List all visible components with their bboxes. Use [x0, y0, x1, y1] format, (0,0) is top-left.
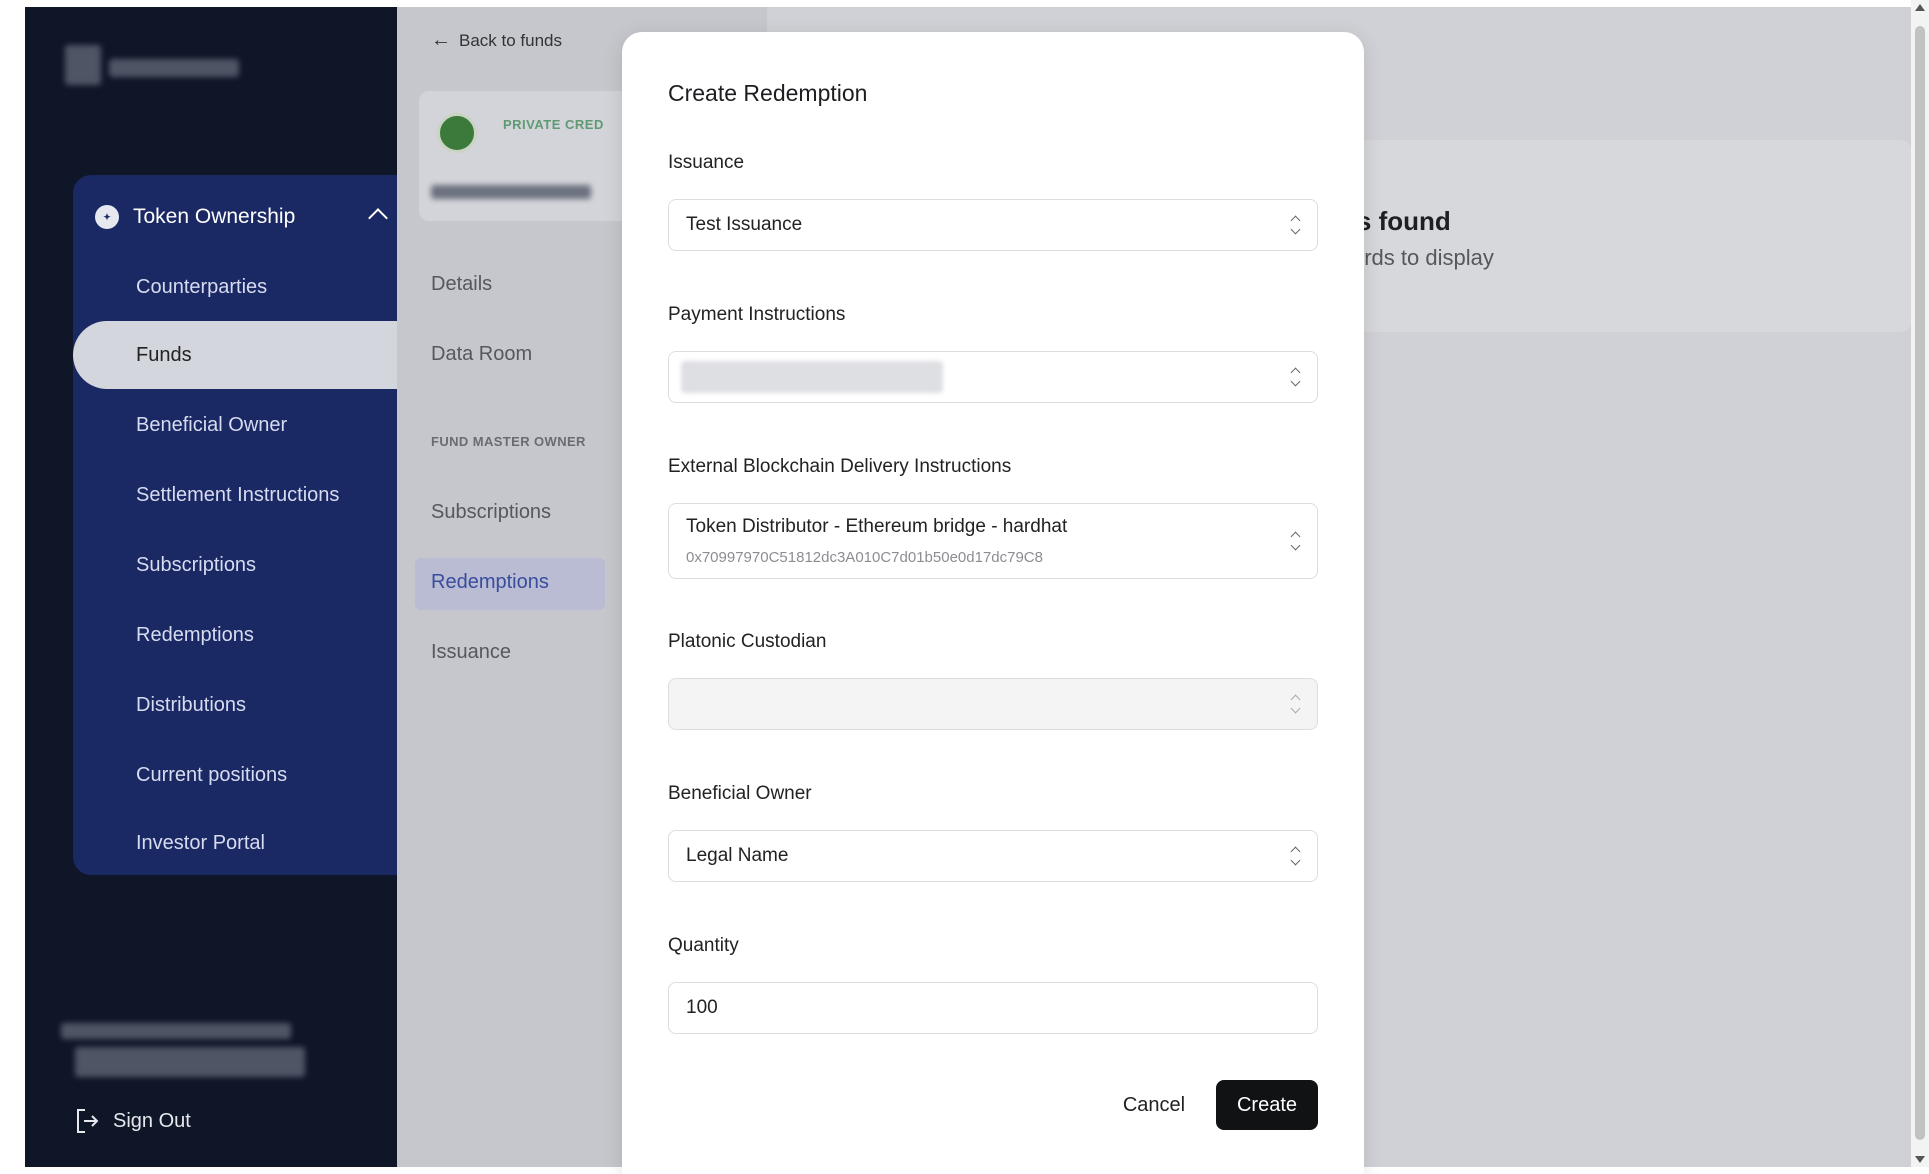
modal-title: Create Redemption	[668, 80, 868, 106]
app-logo	[65, 45, 101, 85]
tab-redemptions[interactable]: Redemptions	[431, 571, 549, 594]
tab-data-room[interactable]: Data Room	[431, 343, 532, 366]
arrow-left-icon: ←	[431, 29, 451, 51]
fund-logo	[437, 113, 477, 153]
sidebar-item-subscriptions[interactable]: Subscriptions	[73, 531, 397, 599]
chevron-up-icon[interactable]	[368, 208, 388, 228]
user-email-redacted	[75, 1047, 305, 1077]
sidebar: ✦ Token Ownership Counterparties Funds B…	[25, 7, 397, 1167]
select-arrows-icon	[1291, 693, 1301, 715]
delivery-instructions-value: Token Distributor - Ethereum bridge - ha…	[686, 516, 1068, 537]
sign-out-label: Sign Out	[113, 1109, 191, 1132]
section-fund-master-owner: FUND MASTER OWNER	[431, 434, 586, 449]
tab-issuance[interactable]: Issuance	[431, 641, 511, 664]
create-button[interactable]: Create	[1216, 1080, 1318, 1130]
sidebar-item-current-positions[interactable]: Current positions	[73, 741, 397, 809]
scroll-up-icon[interactable]	[1915, 4, 1925, 11]
tab-subscriptions[interactable]: Subscriptions	[431, 501, 551, 524]
quantity-label: Quantity	[668, 935, 739, 956]
user-name-redacted	[61, 1023, 291, 1039]
page-scrollbar[interactable]	[1911, 0, 1929, 1167]
platonic-custodian-label: Platonic Custodian	[668, 631, 827, 652]
scrollbar-thumb[interactable]	[1915, 26, 1925, 1140]
quantity-input[interactable]: 100	[668, 982, 1318, 1034]
issuance-value: Test Issuance	[686, 214, 803, 235]
sidebar-item-funds[interactable]: Funds	[73, 321, 397, 389]
delivery-address: 0x70997970C51812dc3A010C7d01b50e0d17dc79…	[686, 549, 1043, 566]
select-arrows-icon	[1291, 530, 1301, 552]
cancel-button[interactable]: Cancel	[1104, 1080, 1204, 1130]
platonic-custodian-select[interactable]	[668, 678, 1318, 730]
sidebar-item-distributions[interactable]: Distributions	[73, 671, 397, 739]
section-title: Token Ownership	[133, 205, 296, 228]
beneficial-owner-label: Beneficial Owner	[668, 783, 812, 804]
sign-out-icon	[77, 1109, 99, 1133]
issuance-select[interactable]: Test Issuance	[668, 199, 1318, 251]
select-arrows-icon	[1291, 845, 1301, 867]
sidebar-item-settlement-instructions[interactable]: Settlement Instructions	[73, 461, 397, 529]
scroll-down-icon[interactable]	[1915, 1156, 1925, 1163]
payment-instructions-label: Payment Instructions	[668, 304, 846, 325]
app-window: ✦ Token Ownership Counterparties Funds B…	[25, 7, 1911, 1174]
fund-name-redacted	[431, 185, 591, 199]
sidebar-item-investor-portal[interactable]: Investor Portal	[73, 809, 397, 877]
tab-details[interactable]: Details	[431, 273, 492, 296]
select-arrows-icon	[1291, 366, 1301, 388]
back-label: Back to funds	[459, 30, 563, 50]
app-name-redacted	[109, 59, 239, 77]
back-to-funds-link[interactable]: ← Back to funds	[431, 29, 562, 52]
sign-out-button[interactable]: Sign Out	[75, 1108, 191, 1134]
token-icon: ✦	[95, 205, 119, 229]
quantity-value: 100	[686, 997, 718, 1018]
payment-instructions-select[interactable]	[668, 351, 1318, 403]
token-ownership-section[interactable]: ✦ Token Ownership	[95, 199, 388, 235]
delivery-instructions-label: External Blockchain Delivery Instruction…	[668, 456, 1012, 477]
sidebar-item-redemptions[interactable]: Redemptions	[73, 601, 397, 669]
issuance-label: Issuance	[668, 152, 745, 173]
beneficial-owner-value: Legal Name	[686, 845, 789, 866]
beneficial-owner-select[interactable]: Legal Name	[668, 830, 1318, 882]
create-redemption-modal: Create Redemption Issuance Test Issuance…	[622, 32, 1364, 1174]
sidebar-item-counterparties[interactable]: Counterparties	[73, 253, 397, 321]
nav-panel: ✦ Token Ownership Counterparties Funds B…	[73, 175, 397, 875]
fund-type-badge: PRIVATE CRED	[503, 117, 604, 132]
delivery-instructions-select[interactable]: Token Distributor - Ethereum bridge - ha…	[668, 503, 1318, 579]
sidebar-item-beneficial-owner[interactable]: Beneficial Owner	[73, 391, 397, 459]
select-arrows-icon	[1291, 214, 1301, 236]
payment-instructions-redacted	[681, 361, 943, 393]
